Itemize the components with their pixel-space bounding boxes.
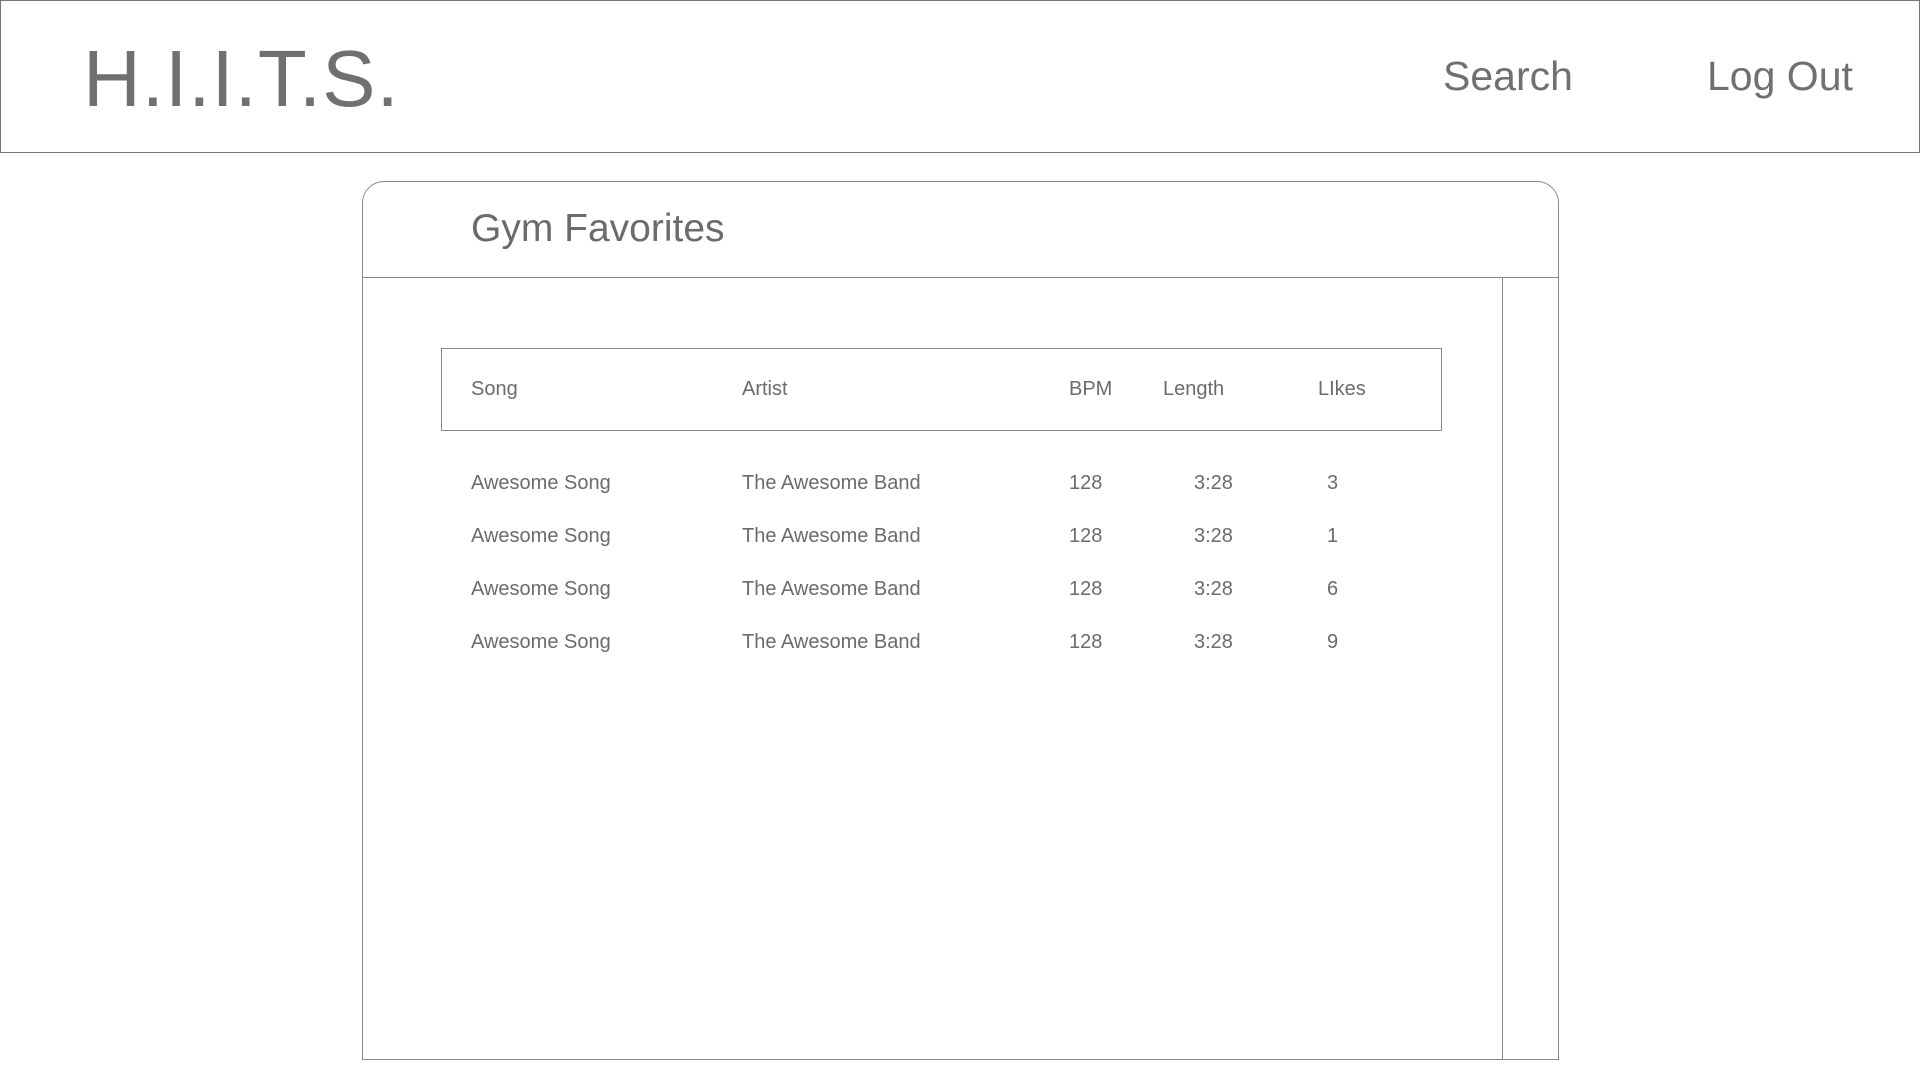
- column-header-bpm[interactable]: BPM: [1069, 378, 1112, 401]
- playlist-title: Gym Favorites: [471, 207, 725, 250]
- cell-song: Awesome Song: [471, 472, 611, 494]
- cell-length: 3:28: [1194, 525, 1233, 547]
- app-logo[interactable]: H.I.I.T.S.: [83, 33, 400, 125]
- cell-length: 3:28: [1194, 472, 1233, 494]
- table-header: [441, 348, 1442, 431]
- playlist-card: Gym Favorites: [362, 181, 1559, 1060]
- cell-song: Awesome Song: [471, 578, 611, 600]
- cell-artist: The Awesome Band: [742, 525, 921, 547]
- cell-length: 3:28: [1194, 578, 1233, 600]
- cell-bpm: 128: [1069, 525, 1103, 547]
- cell-bpm: 128: [1069, 631, 1103, 653]
- divider: [363, 277, 1558, 278]
- column-header-length[interactable]: Length: [1163, 378, 1224, 401]
- cell-bpm: 128: [1069, 472, 1103, 494]
- cell-likes: 9: [1327, 631, 1339, 653]
- cell-artist: The Awesome Band: [742, 578, 921, 600]
- column-header-song[interactable]: Song: [471, 378, 518, 401]
- cell-song: Awesome Song: [471, 631, 611, 653]
- logout-link[interactable]: Log Out: [1707, 53, 1853, 100]
- scrollbar-track[interactable]: [1502, 277, 1503, 1059]
- column-header-likes[interactable]: LIkes: [1318, 378, 1366, 401]
- cell-length: 3:28: [1194, 631, 1233, 653]
- cell-likes: 3: [1327, 472, 1339, 494]
- cell-bpm: 128: [1069, 578, 1103, 600]
- top-header: H.I.I.T.S. Search Log Out: [0, 0, 1920, 153]
- cell-song: Awesome Song: [471, 525, 611, 547]
- cell-likes: 6: [1327, 578, 1339, 600]
- cell-likes: 1: [1327, 525, 1339, 547]
- cell-artist: The Awesome Band: [742, 631, 921, 653]
- search-link[interactable]: Search: [1443, 53, 1573, 100]
- cell-artist: The Awesome Band: [742, 472, 921, 494]
- column-header-artist[interactable]: Artist: [742, 378, 788, 401]
